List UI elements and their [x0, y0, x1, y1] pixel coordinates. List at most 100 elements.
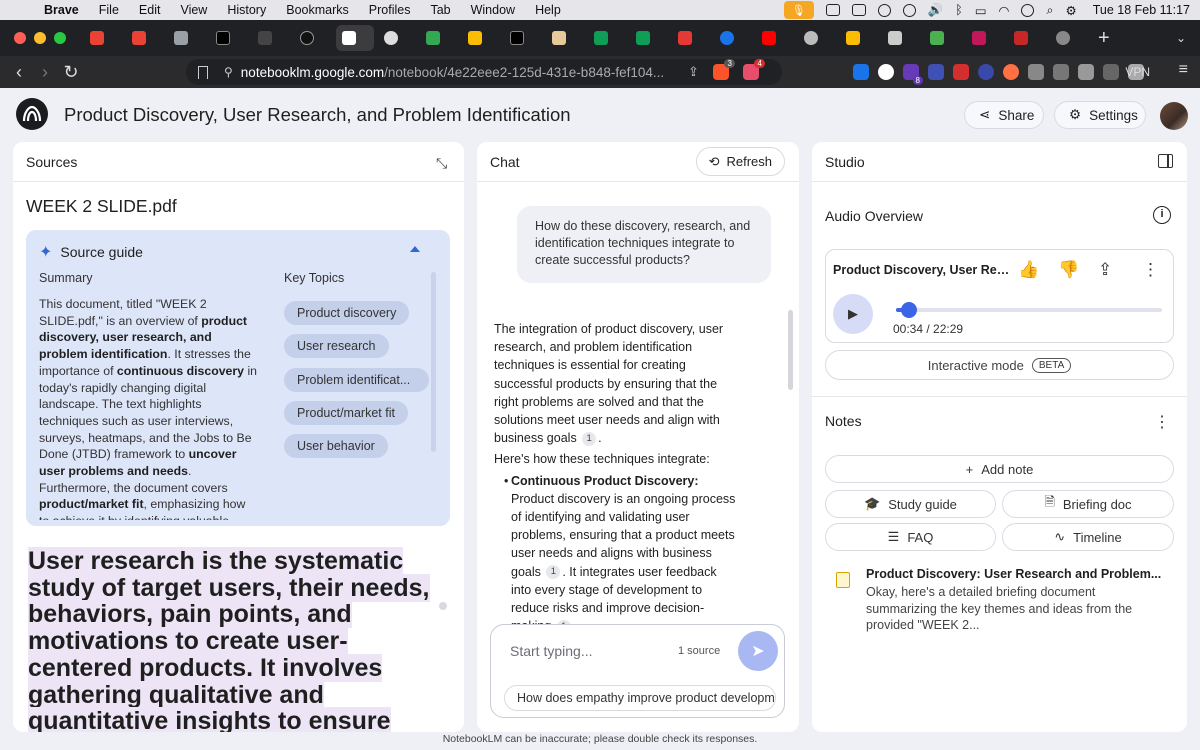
wordpress-icon[interactable]: [878, 64, 894, 80]
extension-icon[interactable]: 8: [903, 64, 923, 85]
topic-chip[interactable]: Product discovery: [284, 301, 410, 325]
new-tab-button[interactable]: +: [1098, 27, 1110, 50]
study-guide-button[interactable]: 🎓 Study guide: [825, 490, 996, 518]
extension-icon[interactable]: [853, 64, 869, 80]
suggested-question[interactable]: How does empathy improve product develop…: [504, 685, 776, 711]
browser-tab[interactable]: [756, 25, 794, 51]
reload-button[interactable]: ↻: [58, 62, 84, 83]
spotlight-icon[interactable]: ⌕: [1046, 3, 1053, 18]
puzzle-icon[interactable]: [1028, 64, 1044, 80]
menu-profiles[interactable]: Profiles: [369, 3, 411, 17]
user-icon[interactable]: [1021, 3, 1035, 17]
browser-tab[interactable]: [462, 25, 500, 51]
brave-shields-icon[interactable]: 3: [712, 59, 735, 80]
minimize-window-button[interactable]: [34, 32, 46, 44]
topics-scrollbar[interactable]: [431, 272, 436, 452]
browser-tab[interactable]: [1008, 25, 1046, 51]
browser-tab[interactable]: [798, 25, 836, 51]
audio-progress-slider[interactable]: [896, 302, 1162, 318]
briefing-doc-button[interactable]: 🗎 Briefing doc: [1002, 490, 1174, 518]
notebooklm-logo-icon[interactable]: [16, 98, 48, 130]
bluetooth-icon[interactable]: ᛒ: [955, 3, 963, 17]
record-icon[interactable]: [877, 3, 891, 17]
menu-bookmarks[interactable]: Bookmarks: [286, 3, 349, 17]
browser-tab[interactable]: [630, 25, 668, 51]
browser-tab[interactable]: [1050, 25, 1088, 51]
close-window-button[interactable]: [14, 32, 26, 44]
browser-tab[interactable]: [294, 25, 332, 51]
reading-list-icon[interactable]: [1078, 64, 1094, 80]
menu-help[interactable]: Help: [535, 3, 561, 17]
wifi-icon[interactable]: ◠: [999, 3, 1010, 18]
faq-button[interactable]: ☰ FAQ: [825, 523, 996, 551]
source-guide-header[interactable]: ✦ Source guide: [39, 242, 143, 262]
menu-app-name[interactable]: Brave: [44, 3, 79, 17]
battery-icon[interactable]: ▭: [975, 3, 987, 18]
settings-button[interactable]: ⚙ Settings: [1054, 101, 1146, 129]
thumbs-down-icon[interactable]: 👎: [1058, 260, 1079, 280]
menu-tab[interactable]: Tab: [430, 3, 450, 17]
browser-tab[interactable]: [588, 25, 626, 51]
audio-progress-knob[interactable]: [901, 302, 917, 318]
add-note-button[interactable]: + Add note: [825, 455, 1174, 483]
scroll-handle[interactable]: [439, 602, 447, 610]
chevron-up-icon[interactable]: [410, 246, 420, 252]
extension-icon[interactable]: [953, 64, 969, 80]
citation-marker[interactable]: 1: [546, 565, 561, 580]
share-button[interactable]: ⋖ Share: [964, 101, 1044, 129]
extension-icon[interactable]: [1003, 64, 1019, 80]
chat-input[interactable]: Start typing...: [510, 643, 592, 659]
menu-window[interactable]: Window: [471, 3, 515, 17]
browser-tab[interactable]: [924, 25, 962, 51]
back-button[interactable]: ‹: [6, 62, 32, 83]
share-audio-icon[interactable]: ⇪: [1098, 260, 1112, 280]
topic-chip[interactable]: User research: [284, 334, 389, 358]
sidebar-toggle-icon[interactable]: [1158, 154, 1173, 168]
browser-tab-active[interactable]: [336, 25, 374, 51]
avatar[interactable]: [1160, 102, 1188, 130]
notes-menu-icon[interactable]: ⋮: [1154, 412, 1170, 432]
browser-tab[interactable]: [420, 25, 458, 51]
more-options-icon[interactable]: ⋮: [1142, 260, 1159, 280]
apple-menu-icon[interactable]: [14, 3, 28, 17]
share-page-icon[interactable]: ⇪: [688, 64, 699, 80]
topic-chip[interactable]: Problem identificat...: [284, 368, 429, 392]
browser-tab[interactable]: [840, 25, 878, 51]
browser-tab[interactable]: [252, 25, 290, 51]
thumbs-up-icon[interactable]: 👍: [1018, 260, 1039, 280]
timeline-button[interactable]: ∿ Timeline: [1002, 523, 1174, 551]
volume-icon[interactable]: 🔊: [928, 3, 944, 18]
browser-tab[interactable]: [672, 25, 710, 51]
browser-tab[interactable]: [378, 25, 416, 51]
topic-chip[interactable]: Product/market fit: [284, 401, 408, 425]
browser-tab[interactable]: [966, 25, 1004, 51]
extension-icon[interactable]: [928, 64, 944, 80]
bookmark-icon[interactable]: [198, 65, 208, 79]
play-button[interactable]: ▶: [833, 294, 873, 334]
tab-list-chevron-icon[interactable]: ⌄: [1176, 31, 1186, 45]
brave-rewards-icon[interactable]: 4: [742, 59, 765, 80]
screen-mirror-icon[interactable]: [825, 4, 840, 16]
microphone-icon[interactable]: 🎙: [783, 1, 814, 19]
menu-file[interactable]: File: [99, 3, 119, 17]
wallet-icon[interactable]: [1103, 64, 1119, 80]
collapse-icon[interactable]: ⤡: [436, 155, 450, 171]
notebook-title[interactable]: Product Discovery, User Research, and Pr…: [64, 104, 571, 126]
menu-history[interactable]: History: [227, 3, 266, 17]
topic-chip[interactable]: User behavior: [284, 434, 388, 458]
browser-tab[interactable]: [210, 25, 248, 51]
browser-tab[interactable]: [84, 25, 122, 51]
site-settings-icon[interactable]: ⚲: [224, 65, 233, 79]
play-circle-icon[interactable]: [902, 3, 916, 17]
browser-tab[interactable]: [714, 25, 752, 51]
info-icon[interactable]: i: [1153, 206, 1171, 224]
music-icon[interactable]: [1053, 64, 1069, 80]
browser-tab[interactable]: [546, 25, 584, 51]
browser-tab[interactable]: [504, 25, 542, 51]
chat-scrollbar[interactable]: [788, 310, 793, 390]
extension-icon[interactable]: [978, 64, 994, 80]
browser-menu-icon[interactable]: ≡: [1179, 61, 1188, 79]
control-center-icon[interactable]: ⚙: [1065, 3, 1076, 18]
vpn-button[interactable]: VPN: [1119, 62, 1156, 82]
maximize-window-button[interactable]: [54, 32, 66, 44]
